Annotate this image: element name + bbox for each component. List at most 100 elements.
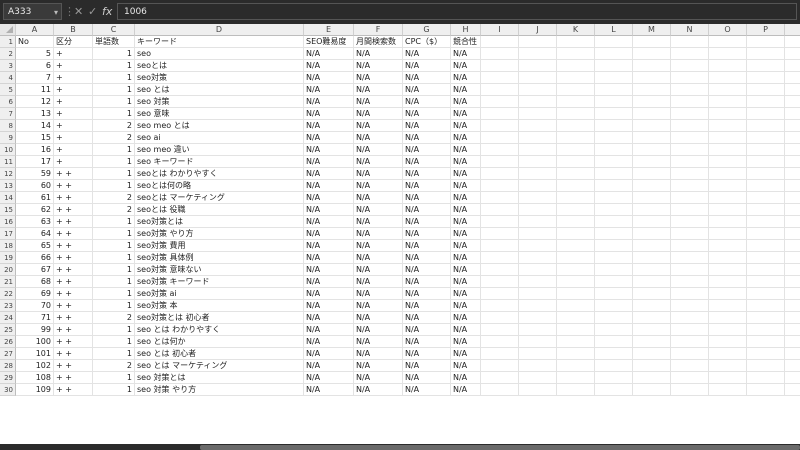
cell-e[interactable]: N/A [304,312,354,324]
cell-g[interactable]: N/A [403,216,451,228]
empty-cell[interactable] [557,144,595,156]
cell-b[interactable]: + [54,120,93,132]
empty-cell[interactable] [519,84,557,96]
empty-cell[interactable] [595,180,633,192]
empty-cell[interactable] [671,288,709,300]
empty-cell[interactable] [633,372,671,384]
empty-cell[interactable] [633,120,671,132]
cell-a[interactable]: No [16,36,54,48]
cell-f[interactable]: N/A [354,204,403,216]
empty-cell[interactable] [709,372,747,384]
empty-cell[interactable] [709,180,747,192]
cell-f[interactable]: N/A [354,144,403,156]
cell-g[interactable]: N/A [403,48,451,60]
empty-cell[interactable] [633,96,671,108]
empty-cell[interactable] [519,384,557,396]
empty-cell[interactable] [481,204,519,216]
empty-cell[interactable] [785,384,800,396]
cell-b[interactable]: + + [54,192,93,204]
empty-cell[interactable] [747,252,785,264]
empty-cell[interactable] [481,384,519,396]
cell-c[interactable]: 1 [93,216,135,228]
column-header-g[interactable]: G [403,24,451,36]
empty-cell[interactable] [519,300,557,312]
empty-cell[interactable] [557,108,595,120]
cell-e[interactable]: N/A [304,120,354,132]
empty-cell[interactable] [785,336,800,348]
empty-cell[interactable] [671,252,709,264]
cell-e[interactable]: N/A [304,300,354,312]
cell-h[interactable]: N/A [451,336,481,348]
row-header[interactable]: 18 [0,240,16,252]
cell-e[interactable]: N/A [304,180,354,192]
cell-d[interactable]: seoとは何の略 [135,180,304,192]
row-header[interactable]: 20 [0,264,16,276]
cell-g[interactable]: N/A [403,132,451,144]
empty-cell[interactable] [557,216,595,228]
cell-g[interactable]: N/A [403,276,451,288]
empty-cell[interactable] [481,228,519,240]
empty-cell[interactable] [709,204,747,216]
cell-f[interactable]: N/A [354,360,403,372]
cell-c[interactable]: 1 [93,96,135,108]
empty-cell[interactable] [519,168,557,180]
empty-cell[interactable] [785,324,800,336]
cell-f[interactable]: 月間検索数 [354,36,403,48]
cell-a[interactable]: 63 [16,216,54,228]
empty-cell[interactable] [519,240,557,252]
empty-cell[interactable] [557,360,595,372]
confirm-icon[interactable]: ✓ [88,3,97,21]
empty-cell[interactable] [709,264,747,276]
row-header[interactable]: 27 [0,348,16,360]
empty-cell[interactable] [481,252,519,264]
cell-b[interactable]: + + [54,348,93,360]
row-header[interactable]: 28 [0,360,16,372]
cell-h[interactable]: N/A [451,372,481,384]
cell-b[interactable]: + + [54,216,93,228]
cell-e[interactable]: N/A [304,156,354,168]
cell-a[interactable]: 100 [16,336,54,348]
empty-cell[interactable] [785,48,800,60]
cell-g[interactable]: N/A [403,60,451,72]
cell-h[interactable]: N/A [451,132,481,144]
empty-cell[interactable] [481,240,519,252]
cell-e[interactable]: N/A [304,144,354,156]
empty-cell[interactable] [519,252,557,264]
empty-cell[interactable] [785,300,800,312]
cell-f[interactable]: N/A [354,252,403,264]
cell-g[interactable]: N/A [403,72,451,84]
empty-cell[interactable] [785,60,800,72]
empty-cell[interactable] [633,360,671,372]
empty-cell[interactable] [633,312,671,324]
empty-cell[interactable] [481,36,519,48]
cell-e[interactable]: N/A [304,324,354,336]
empty-cell[interactable] [481,360,519,372]
cell-g[interactable]: N/A [403,288,451,300]
cell-f[interactable]: N/A [354,72,403,84]
cell-h[interactable]: 競合性 [451,36,481,48]
cell-e[interactable]: N/A [304,348,354,360]
cell-f[interactable]: N/A [354,288,403,300]
empty-cell[interactable] [671,96,709,108]
cell-c[interactable]: 2 [93,120,135,132]
empty-cell[interactable] [595,372,633,384]
cell-c[interactable]: 1 [93,60,135,72]
empty-cell[interactable] [747,360,785,372]
empty-cell[interactable] [633,168,671,180]
cell-h[interactable]: N/A [451,72,481,84]
cell-a[interactable]: 65 [16,240,54,252]
cell-c[interactable]: 1 [93,372,135,384]
row-header[interactable]: 2 [0,48,16,60]
empty-cell[interactable] [481,96,519,108]
empty-cell[interactable] [557,84,595,96]
cell-e[interactable]: N/A [304,252,354,264]
empty-cell[interactable] [671,132,709,144]
empty-cell[interactable] [595,348,633,360]
empty-cell[interactable] [671,180,709,192]
empty-cell[interactable] [481,300,519,312]
cell-f[interactable]: N/A [354,48,403,60]
empty-cell[interactable] [785,240,800,252]
empty-cell[interactable] [557,204,595,216]
empty-cell[interactable] [481,156,519,168]
row-header[interactable]: 21 [0,276,16,288]
